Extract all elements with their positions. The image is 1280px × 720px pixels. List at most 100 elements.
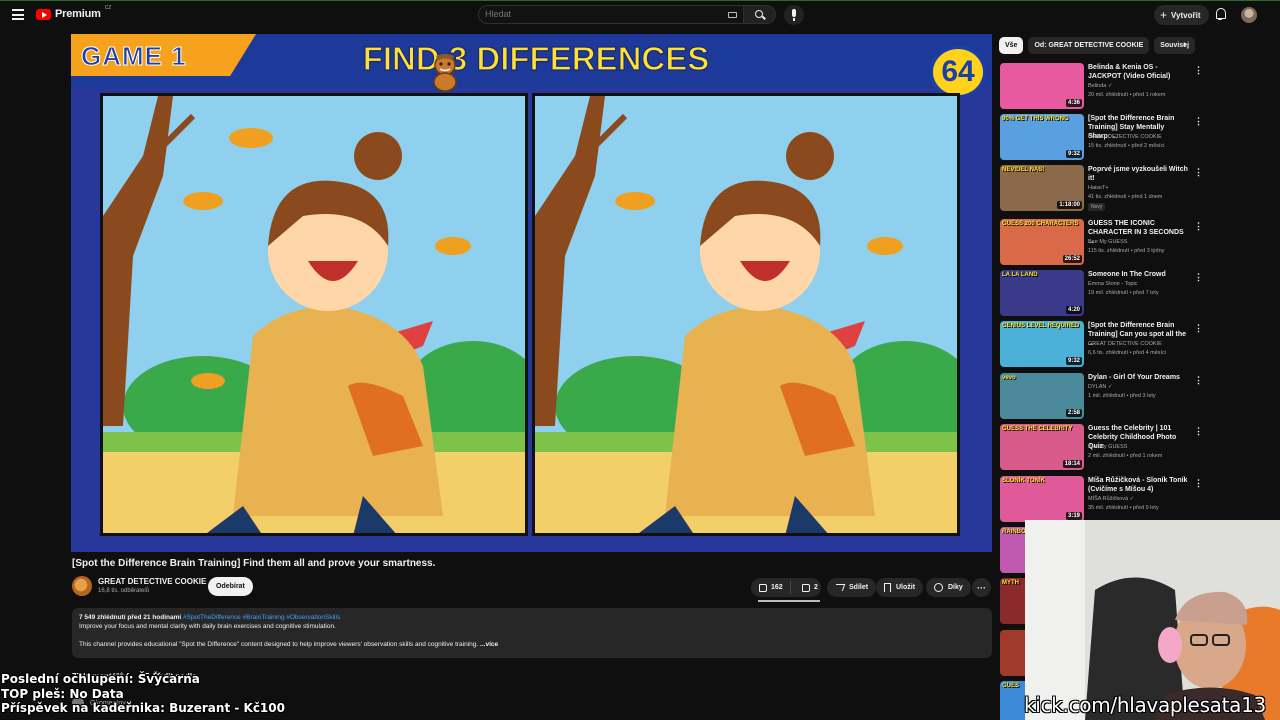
chevron-right-icon[interactable]: › xyxy=(1183,40,1191,50)
top-bar: Premium CZ + Vytvořit xyxy=(0,0,1280,28)
recommended-video[interactable]: NEVIDEL NAS! 1:18:00 Poprvé jsme vyzkoušel… xyxy=(1000,165,1280,213)
recommended-channel[interactable]: Bee My GUESS xyxy=(1088,444,1127,450)
more-vert-icon[interactable]: ⋮ xyxy=(1194,272,1203,283)
recommended-video[interactable]: GUESS THE CELEBRITY 18:14 Guess the Celebr… xyxy=(1000,424,1280,472)
logo-region: CZ xyxy=(104,5,112,11)
recommended-video[interactable]: vevo 2:58 Dylan - Girl Of Your Dreams DYLAN… xyxy=(1000,373,1280,421)
recommended-channel[interactable]: Emma Stone - Topic xyxy=(1088,281,1137,287)
subscribe-button[interactable]: Odebírat xyxy=(208,577,253,596)
recommended-channel[interactable]: HaiseT+ xyxy=(1088,185,1109,191)
dislike-button[interactable]: 2 xyxy=(796,583,818,592)
video-duration: 18:14 xyxy=(1062,460,1082,468)
stream-overlay-text: Poslední ochlupení: Švýcarna TOP pleš: N… xyxy=(1,672,285,716)
logo-text: Premium xyxy=(55,8,101,20)
new-badge: Nový xyxy=(1088,203,1106,211)
banner-title: FIND 3 DIFFERENCES xyxy=(362,39,710,77)
search-button[interactable] xyxy=(744,5,776,24)
recommended-title[interactable]: Someone In The Crowd xyxy=(1088,270,1188,279)
recommended-channel[interactable]: Bee My GUESS xyxy=(1088,239,1127,245)
recommended-video[interactable]: LA LA LAND 4:20 Someone In The Crowd Emma S… xyxy=(1000,270,1280,318)
recommended-video[interactable]: 4:36 Belinda & Kenia OS - JACKPOT (Video … xyxy=(1000,63,1280,111)
more-vert-icon[interactable]: ⋮ xyxy=(1194,221,1203,232)
video-thumbnail[interactable]: GUESS THE CELEBRITY 18:14 xyxy=(1000,424,1084,470)
recommended-channel[interactable]: MÍŠA Růžičková ✓ xyxy=(1088,496,1134,502)
thumbs-down-icon xyxy=(802,583,810,592)
recommended-stats: 115 tis. zhlédnutí • před 3 týdny xyxy=(1088,248,1165,254)
keyboard-icon[interactable] xyxy=(728,12,737,18)
recommended-channel[interactable]: GREAT DETECTIVE COOKIE xyxy=(1088,134,1162,140)
search-input[interactable] xyxy=(485,9,685,19)
youtube-play-icon xyxy=(36,8,51,20)
more-vert-icon[interactable]: ⋮ xyxy=(1194,323,1203,334)
notifications-icon[interactable] xyxy=(1214,8,1226,21)
more-vert-icon[interactable]: ⋮ xyxy=(1194,65,1203,76)
more-vert-icon[interactable]: ⋮ xyxy=(1194,478,1203,489)
recommended-stats: 41 tis. zhlédnutí • před 1 dnem xyxy=(1088,194,1163,200)
like-count: 162 xyxy=(771,584,783,591)
account-avatar[interactable] xyxy=(1241,7,1257,23)
hashtags[interactable]: #SpotTheDifference #BrainTraining #Obser… xyxy=(183,614,340,621)
thanks-button[interactable]: Díky xyxy=(926,578,971,597)
microphone-icon[interactable] xyxy=(784,5,804,25)
more-vert-icon[interactable]: ⋮ xyxy=(1194,116,1203,127)
video-thumbnail[interactable]: 4:36 xyxy=(1000,63,1084,109)
youtube-logo[interactable]: Premium CZ xyxy=(36,5,112,20)
chip-from-channel[interactable]: Od: GREAT DETECTIVE COOKIE xyxy=(1028,37,1150,54)
search-box[interactable] xyxy=(478,5,744,24)
thanks-icon xyxy=(934,583,943,592)
description-box[interactable]: 7 549 zhlédnutí před 21 hodinami #SpotTh… xyxy=(72,608,992,658)
chip-all[interactable]: Vše xyxy=(999,37,1024,54)
video-thumbnail[interactable]: GENIUS LEVEL REQUIRED 9:32 xyxy=(1000,321,1084,367)
kick-channel-url: kick.com/hlavaplesata13 xyxy=(1024,693,1266,717)
webcam-overlay xyxy=(1025,520,1280,720)
thumbnail-caption: GENIUS LEVEL REQUIRED xyxy=(1002,323,1080,329)
create-button[interactable]: + Vytvořit xyxy=(1154,5,1209,25)
video-thumbnail[interactable]: 90% GET THIS WRONG 9:32 xyxy=(1000,114,1084,160)
recommended-stats: 1 mil. zhlédnutí • před 3 lety xyxy=(1088,393,1156,399)
puzzle-panel-left xyxy=(100,93,528,536)
more-actions-button[interactable]: ··· xyxy=(972,578,991,597)
countdown-timer: 64 xyxy=(930,46,986,98)
video-thumbnail[interactable]: LA LA LAND 4:20 xyxy=(1000,270,1084,316)
more-vert-icon[interactable]: ⋮ xyxy=(1194,167,1203,178)
recommended-title[interactable]: Míša Růžičková - Sloník Toník (Cvičíme s… xyxy=(1088,476,1188,494)
recommended-video[interactable]: GENIUS LEVEL REQUIRED 9:32 [Spot the Diffe… xyxy=(1000,321,1280,369)
overlay-line-3: Příspěvek na kadeřnika: Buzerant - Kč100 xyxy=(1,701,285,715)
overlay-line-2: TOP pleš: No Data xyxy=(1,686,124,701)
video-duration: 4:20 xyxy=(1065,306,1082,314)
more-vert-icon[interactable]: ⋮ xyxy=(1194,426,1203,437)
recommended-video[interactable]: SLONÍK TONÍK 3:19 Míša Růžičková - Sloník … xyxy=(1000,476,1280,524)
thumbs-up-icon xyxy=(759,583,767,592)
more-vert-icon[interactable]: ⋮ xyxy=(1194,375,1203,386)
channel-avatar[interactable] xyxy=(72,576,92,596)
menu-icon[interactable] xyxy=(12,9,24,20)
video-thumbnail[interactable]: vevo 2:58 xyxy=(1000,373,1084,419)
save-button[interactable]: Uložit xyxy=(876,578,924,597)
share-button[interactable]: Sdílet xyxy=(827,578,877,597)
description-text: This channel provides educational "Spot … xyxy=(79,641,479,648)
thumbnail-caption: LA LA LAND xyxy=(1002,272,1038,278)
thumbnail-caption: NEVIDEL NAS! xyxy=(1002,167,1045,173)
recommended-channel[interactable]: Belinda ✓ xyxy=(1088,83,1112,89)
thumbnail-caption: GUESS 200 CHARACTERS xyxy=(1002,221,1079,227)
recommended-title[interactable]: Belinda & Kenia OS - JACKPOT (Video Ofic… xyxy=(1088,63,1188,81)
filter-chips: Vše Od: GREAT DETECTIVE COOKIE Souvisej xyxy=(999,37,1196,54)
recommended-channel[interactable]: DYLAN ✓ xyxy=(1088,384,1112,390)
plus-icon: + xyxy=(1160,8,1168,22)
like-button[interactable]: 162 xyxy=(751,581,791,594)
recommended-stats: 19 mil. zhlédnutí • před 7 lety xyxy=(1088,290,1159,296)
video-player[interactable]: GAME 1 FIND 3 DIFFERENCES 64 xyxy=(71,34,992,552)
thumbnail-caption: vevo xyxy=(1002,375,1016,381)
video-thumbnail[interactable]: GUESS 200 CHARACTERS 26:52 xyxy=(1000,219,1084,265)
video-thumbnail[interactable]: NEVIDEL NAS! 1:18:00 xyxy=(1000,165,1084,211)
recommended-title[interactable]: Dylan - Girl Of Your Dreams xyxy=(1088,373,1188,382)
cookie-mascot xyxy=(433,54,457,92)
video-duration: 9:32 xyxy=(1065,150,1082,158)
description-more-link[interactable]: ...více xyxy=(480,641,498,648)
channel-name[interactable]: GREAT DETECTIVE COOKIE xyxy=(98,577,206,586)
recommended-video[interactable]: GUESS 200 CHARACTERS 26:52 GUESS THE ICONI… xyxy=(1000,219,1280,267)
video-thumbnail[interactable]: SLONÍK TONÍK 3:19 xyxy=(1000,476,1084,522)
recommended-channel[interactable]: GREAT DETECTIVE COOKIE xyxy=(1088,341,1162,347)
recommended-video[interactable]: 90% GET THIS WRONG 9:32 [Spot the Differen… xyxy=(1000,114,1280,162)
recommended-title[interactable]: Poprvé jsme vyzkoušeli Witch it! xyxy=(1088,165,1188,183)
